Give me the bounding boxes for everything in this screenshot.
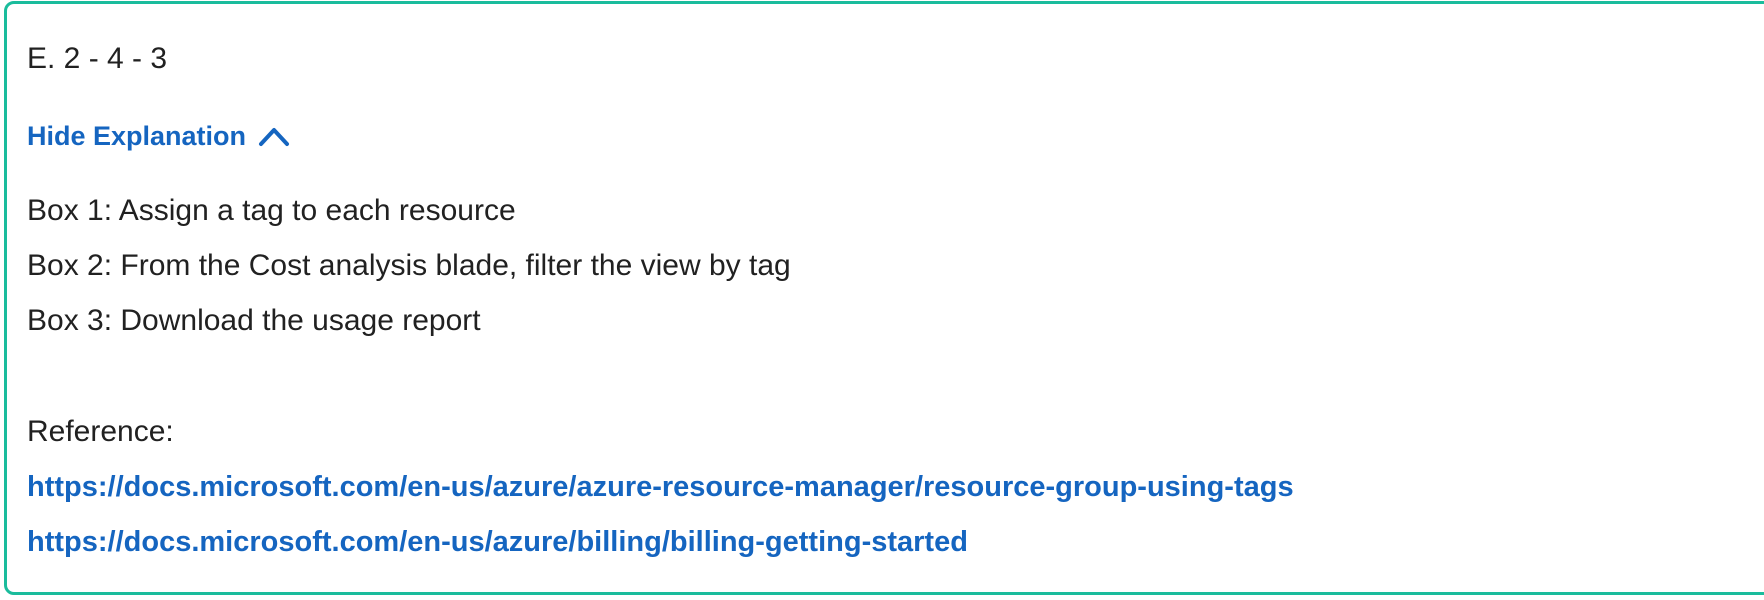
- reference-label: Reference:: [27, 415, 174, 448]
- hide-explanation-label: Hide Explanation: [27, 121, 247, 151]
- answer-text: E. 2 - 4 - 3: [27, 42, 168, 75]
- explanation-line-box1: Box 1: Assign a tag to each resource: [27, 194, 516, 227]
- reference-link-billing[interactable]: https://docs.microsoft.com/en-us/azure/b…: [27, 525, 968, 559]
- chevron-up-icon: [259, 128, 290, 146]
- explanation-line-box2: Box 2: From the Cost analysis blade, fil…: [27, 249, 791, 282]
- explanation-body: Box 1: Assign a tag to each resource Box…: [27, 194, 791, 359]
- explanation-line-box3: Box 3: Download the usage report: [27, 304, 481, 337]
- hide-explanation-button[interactable]: Hide Explanation: [27, 120, 290, 152]
- reference-link-tags[interactable]: https://docs.microsoft.com/en-us/azure/a…: [27, 470, 1294, 504]
